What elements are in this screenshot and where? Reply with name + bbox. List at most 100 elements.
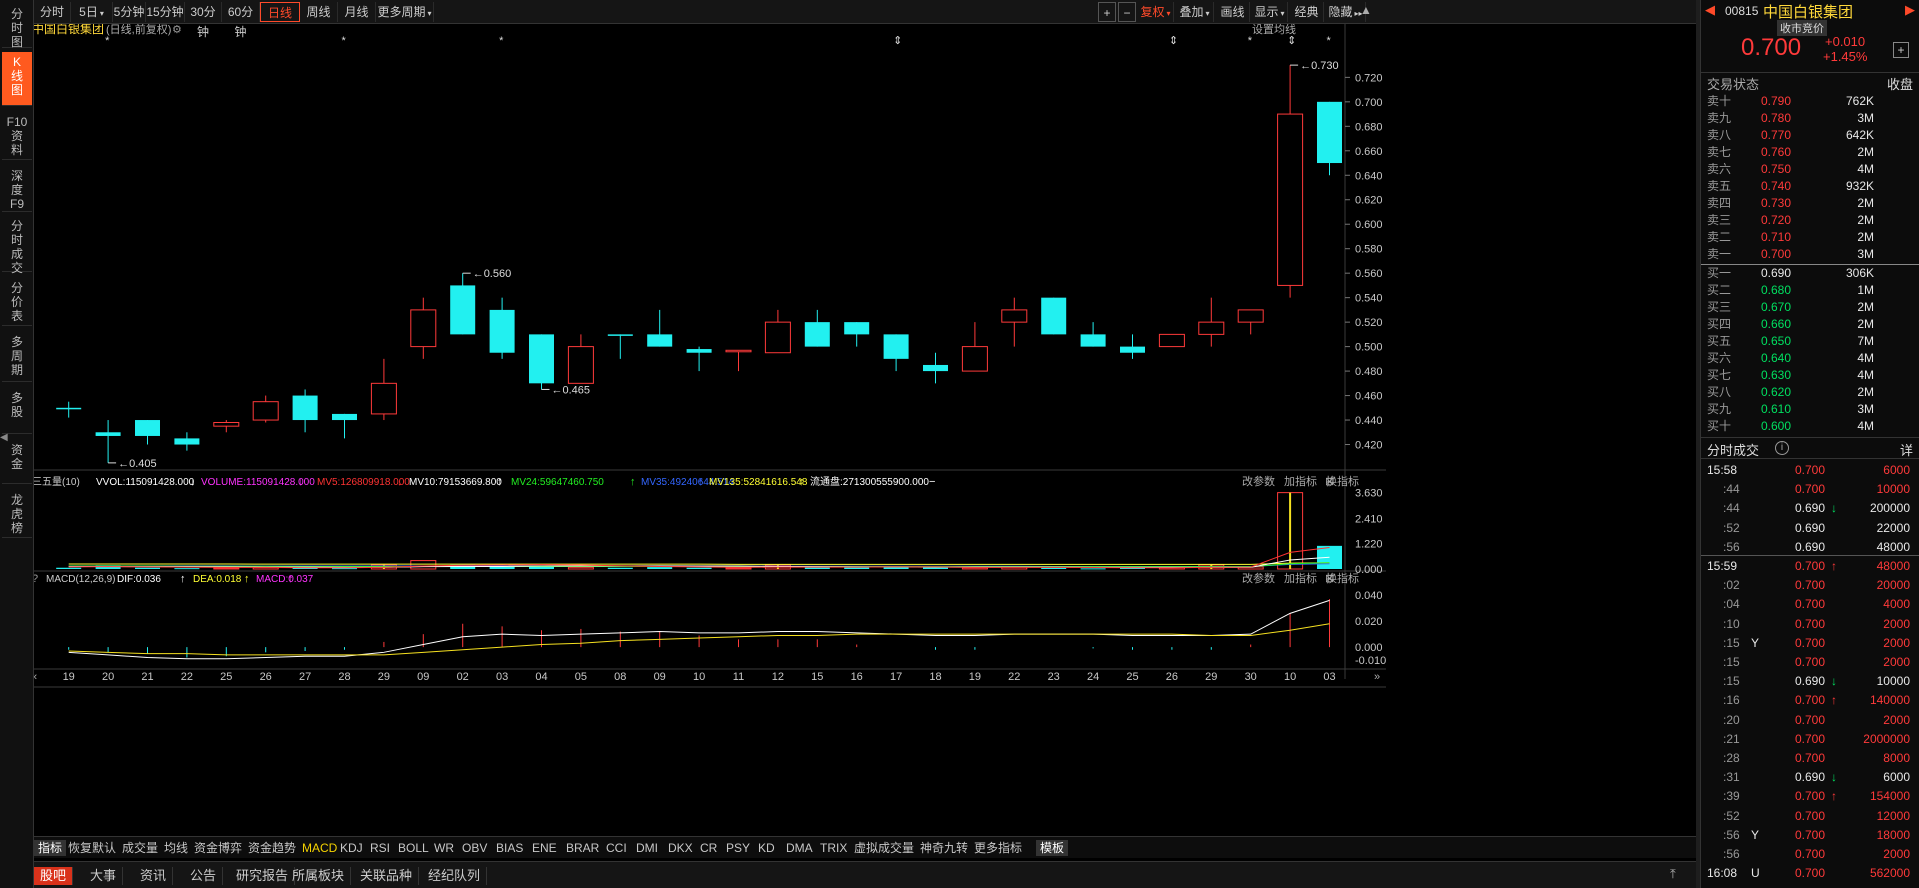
indicator-tab-23[interactable]: 虚拟成交量 xyxy=(850,840,918,856)
indicator-tab-24[interactable]: 神奇九转 xyxy=(916,840,972,856)
prev-arrow-icon[interactable]: ◀ xyxy=(1705,2,1715,18)
indicator-action-button[interactable]: 改参数 xyxy=(1242,474,1275,488)
nav-item-8[interactable]: 资 金 xyxy=(2,440,32,484)
candle[interactable] xyxy=(135,420,160,445)
bottom-tab-5[interactable]: 所属板块 xyxy=(286,867,352,885)
candle[interactable] xyxy=(961,322,988,372)
book-row[interactable]: 买六 0.640 4M xyxy=(1701,350,1919,367)
candle[interactable] xyxy=(1120,334,1145,359)
candle[interactable] xyxy=(213,420,240,433)
nav-item-1[interactable]: K 线 图 xyxy=(2,52,32,106)
candle[interactable] xyxy=(410,297,437,359)
volume-bar[interactable] xyxy=(56,567,82,569)
close-icon[interactable]: ⊠ xyxy=(1325,476,1334,488)
help-icon[interactable]: ? xyxy=(32,573,38,585)
period-tab-7[interactable]: 周线 xyxy=(300,2,338,22)
tick-row[interactable]: 16:08 U 0.700 562000 xyxy=(1701,865,1919,882)
indicator-tab-15[interactable]: CCI xyxy=(602,840,631,856)
indicator-tab-13[interactable]: ENE xyxy=(528,840,561,856)
book-row[interactable]: 卖六 0.750 4M xyxy=(1701,161,1919,178)
candle[interactable] xyxy=(844,322,870,347)
indicator-tab-4[interactable]: 资金博弈 xyxy=(190,840,246,856)
tick-row[interactable]: :16 0.700 ↑ 140000 xyxy=(1701,692,1919,709)
candle[interactable] xyxy=(1198,297,1225,347)
tick-row[interactable]: :28 0.700 8000 xyxy=(1701,750,1919,767)
next-arrow-icon[interactable]: ▶ xyxy=(1905,2,1915,18)
tick-row[interactable]: 15:59 0.700 ↑ 48000 xyxy=(1701,558,1919,575)
indicator-tab-19[interactable]: PSY xyxy=(722,840,754,856)
toolbar-button-5[interactable]: 显示 ▾ xyxy=(1252,2,1288,22)
tick-row[interactable]: :10 0.700 2000 xyxy=(1701,616,1919,633)
candle[interactable] xyxy=(529,334,554,390)
bottom-tab-7[interactable]: 经纪队列 xyxy=(422,867,488,885)
tick-row[interactable]: :52 0.690 22000 xyxy=(1701,520,1919,537)
book-row[interactable]: 买五 0.650 7M xyxy=(1701,333,1919,350)
volume-bar[interactable] xyxy=(332,568,357,570)
indicator-tab-6[interactable]: MACD xyxy=(298,840,341,856)
nav-item-9[interactable]: 龙 虎 榜 xyxy=(2,490,32,538)
indicator-tab-3[interactable]: 均线 xyxy=(160,840,192,856)
scroll-right-icon[interactable]: » xyxy=(1374,671,1380,683)
book-row[interactable]: 卖三 0.720 2M xyxy=(1701,212,1919,229)
event-marker[interactable]: * xyxy=(105,35,110,47)
book-row[interactable]: 买一 0.690 306K xyxy=(1701,265,1919,282)
candle[interactable] xyxy=(292,389,318,433)
period-tab-1[interactable]: 5日 ▾ xyxy=(71,2,113,22)
candle[interactable] xyxy=(647,309,673,347)
book-row[interactable]: 卖十 0.790 762K xyxy=(1701,93,1919,110)
nav-item-0[interactable]: 分 时 图 xyxy=(2,4,32,49)
tick-row[interactable]: :02 0.700 20000 xyxy=(1701,577,1919,594)
nav-item-2[interactable]: F10 资 料 xyxy=(2,112,32,160)
nav-item-6[interactable]: 多 周 期 xyxy=(2,332,32,382)
period-tab-8[interactable]: 月线 xyxy=(338,2,376,22)
candle[interactable] xyxy=(450,273,476,335)
candle[interactable] xyxy=(370,358,397,421)
indicator-tab-10[interactable]: WR xyxy=(430,840,458,856)
nav-item-7[interactable]: 多 股 xyxy=(2,388,32,434)
indicator-tab-1[interactable]: 恢复默认 xyxy=(64,840,120,856)
indicator-tab-5[interactable]: 资金趋势 xyxy=(244,840,300,856)
candle[interactable] xyxy=(1237,309,1264,335)
candle[interactable] xyxy=(489,297,515,359)
candle[interactable] xyxy=(1080,322,1106,347)
toolbar-button-0[interactable]: + xyxy=(1098,2,1116,22)
gear-icon[interactable]: ⚙ xyxy=(172,24,182,36)
indicator-tab-21[interactable]: DMA xyxy=(782,840,817,856)
event-marker[interactable]: * xyxy=(1248,35,1253,47)
candle[interactable] xyxy=(725,349,752,372)
tick-row[interactable]: :20 0.700 2000 xyxy=(1701,712,1919,729)
candle[interactable] xyxy=(95,420,121,463)
candle[interactable] xyxy=(174,432,200,451)
event-marker[interactable]: ⇕ xyxy=(893,35,902,47)
period-tab-0[interactable]: 分时 xyxy=(34,2,71,22)
tick-row[interactable]: :52 0.700 12000 xyxy=(1701,808,1919,825)
book-row[interactable]: 买七 0.630 4M xyxy=(1701,367,1919,384)
volume-bar[interactable] xyxy=(410,560,437,570)
add-watchlist-button[interactable]: + xyxy=(1893,42,1909,58)
indicator-tab-2[interactable]: 成交量 xyxy=(118,840,162,856)
scroll-up-icon[interactable]: ▲ xyxy=(1360,3,1372,17)
ticks-detail-button[interactable]: 详 xyxy=(1900,440,1913,459)
indicator-tab-16[interactable]: DMI xyxy=(632,840,662,856)
tick-row[interactable]: :15 Y 0.700 2000 xyxy=(1701,635,1919,652)
book-row[interactable]: 卖八 0.770 642K xyxy=(1701,127,1919,144)
indicator-tab-8[interactable]: RSI xyxy=(366,840,394,856)
toolbar-button-6[interactable]: 经典 xyxy=(1290,2,1324,22)
toolbar-button-2[interactable]: 复权 ▾ xyxy=(1138,2,1174,22)
indicator-tab-14[interactable]: BRAR xyxy=(562,840,603,856)
bottom-tab-3[interactable]: 公告 xyxy=(184,867,224,885)
info-icon[interactable]: i xyxy=(1775,441,1789,455)
book-row[interactable]: 卖五 0.740 932K xyxy=(1701,178,1919,195)
event-marker[interactable]: * xyxy=(499,35,504,47)
kline-chart[interactable]: 中国白银集团 (日线,前复权) ⚙ 设置均线0.4200.4400.4600.4800… xyxy=(31,21,1696,836)
tick-row[interactable]: :04 0.700 4000 xyxy=(1701,596,1919,613)
volume-bar[interactable] xyxy=(135,567,160,569)
indicator-action-button[interactable]: 改参数 xyxy=(1242,571,1275,585)
candle[interactable] xyxy=(764,309,791,354)
toolbar-button-1[interactable]: − xyxy=(1118,2,1136,22)
book-row[interactable]: 买八 0.620 2M xyxy=(1701,384,1919,401)
book-row[interactable]: 卖二 0.710 2M xyxy=(1701,229,1919,246)
tick-row[interactable]: :31 0.690 ↓ 6000 xyxy=(1701,769,1919,786)
indicator-tab-11[interactable]: OBV xyxy=(458,840,491,856)
bottom-tab-0[interactable]: 股吧 xyxy=(34,867,74,885)
